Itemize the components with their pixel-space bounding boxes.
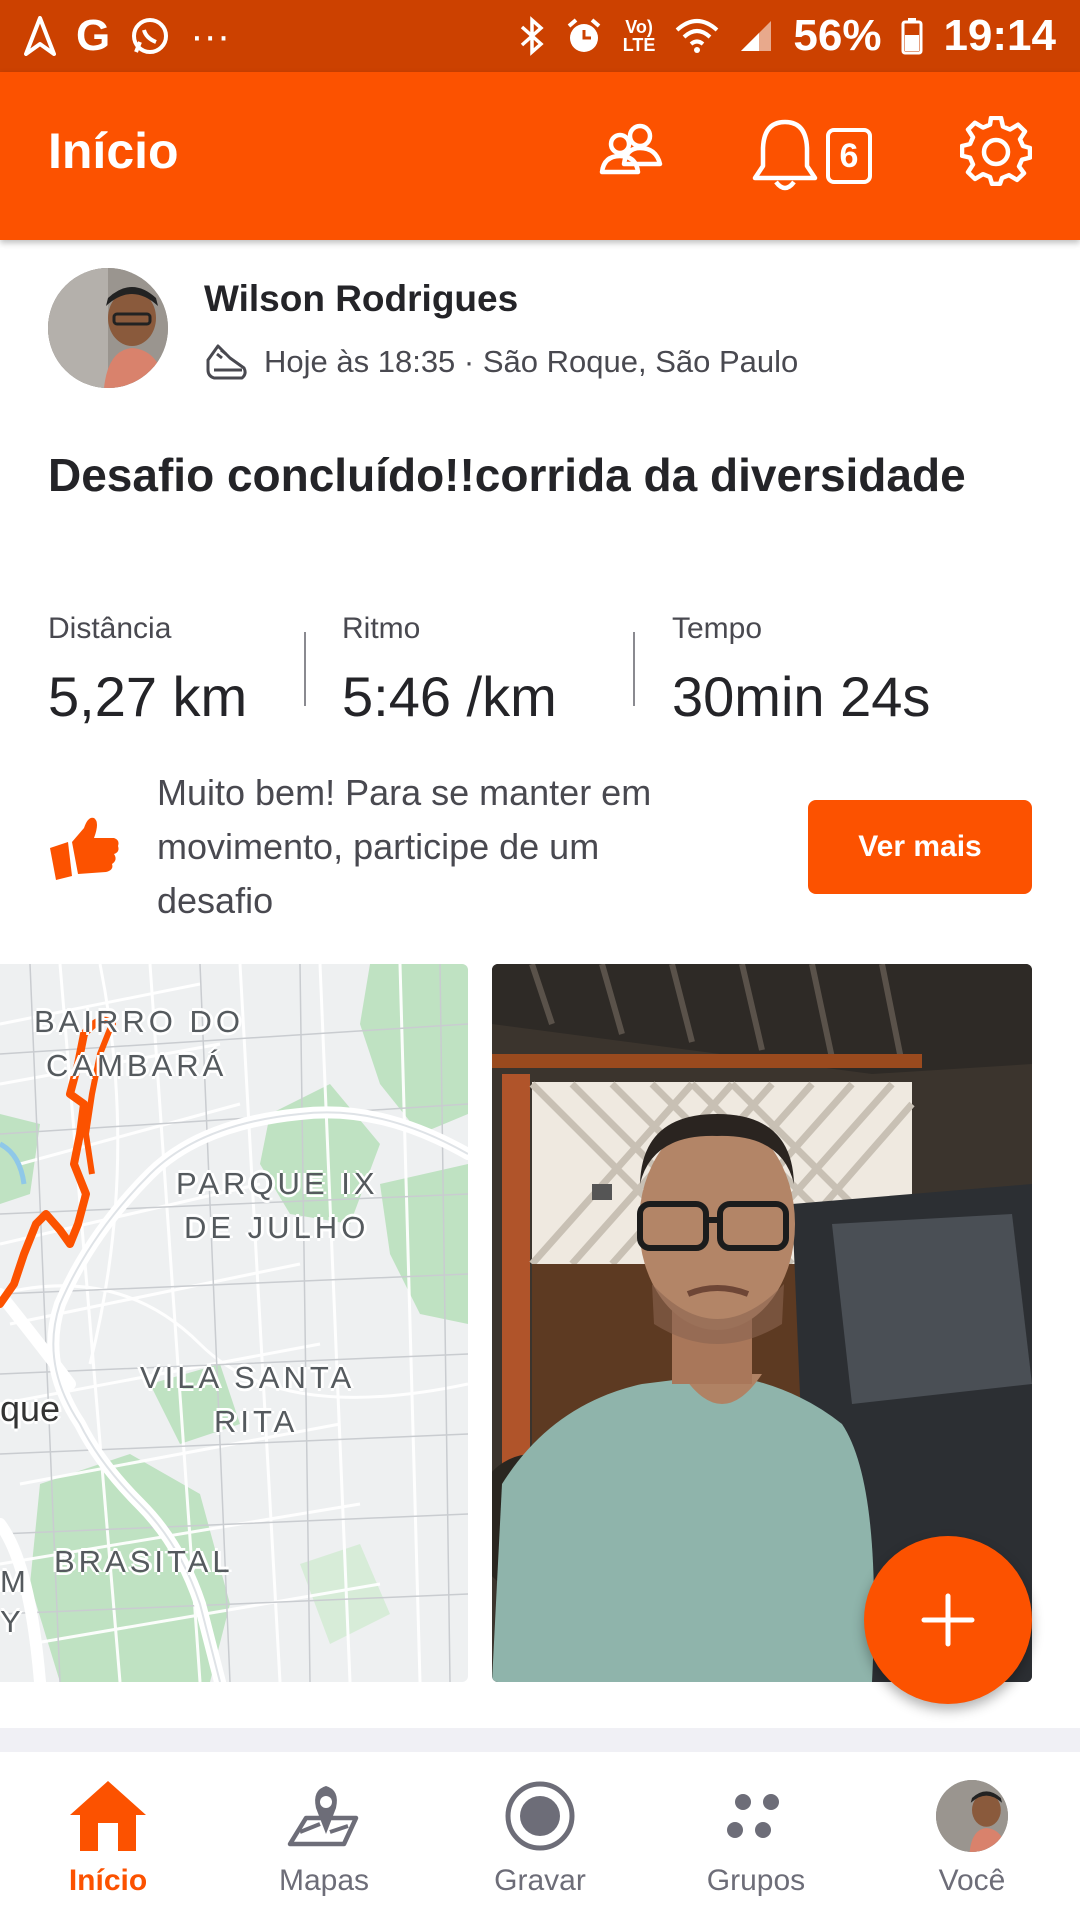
athlete-avatar[interactable]: [48, 268, 168, 388]
map-label: VILA SANTA: [140, 1360, 356, 1395]
nav-label: Início: [68, 1864, 148, 1897]
stat-time: Tempo 30min 24s: [672, 612, 930, 729]
notifications-button[interactable]: [750, 116, 820, 201]
map-label: DE JULHO: [184, 1210, 370, 1245]
athlete-photo: [48, 268, 168, 388]
app-bar: Início 6: [0, 72, 1080, 240]
record-icon: [500, 1776, 580, 1856]
avatar: [936, 1780, 1008, 1852]
bluetooth-icon: [520, 16, 544, 56]
map-label: PARQUE IX: [176, 1166, 379, 1201]
feed-separator: [0, 1728, 1080, 1752]
navigation-icon: [24, 16, 56, 56]
thumbs-up-icon: [48, 810, 122, 889]
map-label: BRASITAL: [54, 1544, 234, 1579]
volte-lte-icon: Vo) LTE: [622, 17, 656, 55]
activity-meta: Hoje às 18:35 · São Roque, São Paulo: [204, 340, 798, 384]
status-bar: G ··· Vo) LTE 56% 19:14: [0, 0, 1080, 72]
nav-label: Você: [938, 1864, 1006, 1897]
wifi-icon: [676, 19, 719, 53]
people-icon: [599, 123, 663, 175]
nav-label: Mapas: [278, 1864, 370, 1897]
nav-record[interactable]: Gravar: [432, 1752, 648, 1920]
whatsapp-icon: [132, 18, 169, 54]
signal-icon: [741, 21, 772, 51]
settings-button[interactable]: [959, 115, 1033, 193]
profile-avatar: [932, 1776, 1012, 1856]
map-icon: [284, 1776, 364, 1856]
nav-you[interactable]: Você: [864, 1752, 1080, 1920]
home-icon: [68, 1776, 148, 1856]
map-label: M: [0, 1564, 30, 1599]
plus-icon: [921, 1593, 975, 1647]
map-label: CAMBARÁ: [46, 1048, 228, 1083]
stat-divider: [633, 632, 635, 706]
google-icon: G: [76, 11, 111, 60]
stat-value: 5:46 /km: [342, 665, 557, 728]
nav-maps[interactable]: Mapas: [216, 1752, 432, 1920]
status-bar-right: Vo) LTE 56% 19:14: [519, 11, 1056, 61]
stat-label: Tempo: [672, 612, 763, 645]
map-label: RITA: [214, 1404, 299, 1439]
battery-icon: [901, 18, 923, 55]
activity-map[interactable]: BAIRRO DO CAMBARÁ PARQUE IX DE JULHO VIL…: [0, 964, 468, 1682]
stat-label: Distância: [48, 612, 172, 645]
promo-message: Muito bem! Para se manter em movimento, …: [157, 772, 652, 921]
nav-groups[interactable]: Grupos: [648, 1752, 864, 1920]
activity-time-location: Hoje às 18:35 · São Roque, São Paulo: [264, 344, 799, 379]
stat-distance: Distância 5,27 km: [48, 612, 247, 729]
clock: 19:14: [943, 11, 1056, 60]
stat-value: 5,27 km: [48, 665, 248, 728]
stat-pace: Ritmo 5:46 /km: [342, 612, 557, 729]
athlete-name[interactable]: Wilson Rodrigues: [204, 278, 518, 320]
stat-label: Ritmo: [342, 612, 421, 645]
see-more-button[interactable]: Ver mais: [808, 800, 1032, 894]
groups-icon: [716, 1776, 796, 1856]
stat-value: 30min 24s: [672, 665, 931, 728]
nav-home[interactable]: Início: [0, 1752, 216, 1920]
map-label: que: [0, 1388, 61, 1429]
activity-title[interactable]: Desafio concluído!!corrida da diversidad…: [48, 442, 1028, 508]
find-friends-button[interactable]: [596, 116, 668, 193]
gear-icon: [959, 115, 1033, 187]
notification-count-badge[interactable]: 6: [826, 128, 872, 184]
alarm-icon: [567, 18, 601, 52]
more-notifications-icon: ···: [190, 13, 231, 58]
bottom-navigation: Início Mapas Gravar Grupos Você: [0, 1752, 1080, 1920]
stat-divider: [304, 632, 306, 706]
page-title: Início: [48, 123, 179, 179]
add-post-button[interactable]: [864, 1536, 1032, 1704]
map-label: BAIRRO DO: [34, 1004, 244, 1039]
map-label: Y: [0, 1604, 25, 1639]
nav-label: Grupos: [706, 1864, 806, 1897]
battery-percent: 56%: [793, 11, 882, 60]
status-bar-left: G ···: [24, 11, 230, 61]
nav-label: Gravar: [494, 1864, 586, 1897]
running-shoe-icon: [206, 344, 247, 380]
bell-icon: [752, 119, 818, 191]
